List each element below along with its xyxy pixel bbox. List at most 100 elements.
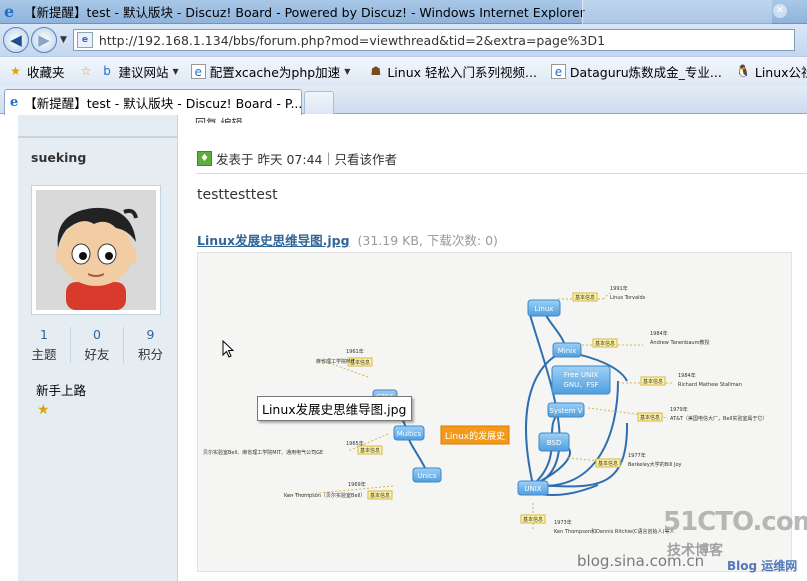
stat-value: 0: [93, 327, 101, 342]
attachment-meta: (31.19 KB, 下载次数: 0): [357, 233, 498, 248]
add-favorite-icon: ☆: [80, 64, 92, 78]
address-field[interactable]: e http://192.168.1.134/bbs/forum.php?mod…: [72, 29, 795, 51]
url-text: http://192.168.1.134/bbs/forum.php?mod=v…: [98, 32, 606, 48]
online-status-icon: ♦: [197, 150, 212, 166]
favorite-item-linux-community[interactable]: 🐧 Linux公社: [736, 62, 807, 81]
favorite-label: Linux 轻松入门系列视频...: [387, 65, 537, 80]
watermark-brand: Blog 运维网: [727, 559, 798, 573]
node-system-v: System V: [549, 407, 582, 415]
tux-icon: 🐧: [735, 64, 751, 78]
history-dropdown-icon[interactable]: ▼: [60, 35, 67, 45]
favorites-star-icon: ★: [10, 64, 21, 78]
tab-label: 【新提醒】test - 默认版块 - Discuz! Board - P...: [24, 96, 301, 111]
close-icon[interactable]: ✕: [773, 4, 787, 18]
ie-tab-icon: e: [10, 95, 19, 110]
post-time-prefix: 发表于: [216, 151, 254, 167]
note: 贝尔实验室Bell、麻省理工学院MIT、通用电气公司GE: [203, 449, 323, 456]
node-free-unix-1: Free UNIX: [564, 371, 599, 379]
stat-value: 1: [40, 327, 48, 342]
page-icon: e: [190, 64, 206, 79]
info-tag: 基本信息: [640, 414, 660, 421]
favorite-item-suggested-sites[interactable]: b 建议网站 ▼: [100, 62, 179, 81]
note: Berkeley大学的Bill Joy: [628, 461, 682, 468]
node-free-unix-2: GNU、FSF: [563, 381, 598, 389]
favorite-item-dataguru[interactable]: e Dataguru炼数成金_专业...: [550, 62, 722, 81]
favorite-label: 建议网站: [118, 65, 169, 80]
stat-threads[interactable]: 1 主题: [18, 327, 71, 363]
window-controls-area: [582, 0, 772, 24]
page-content: sueking 1 主题 0 好友 9 积分 新手上路 ★ ♦ 发表于 昨天 0…: [0, 115, 807, 581]
user-group[interactable]: 新手上路: [36, 380, 86, 399]
stat-label: 积分: [137, 347, 163, 362]
note: 1984年: [678, 372, 696, 379]
post-time-value: 昨天 07:44: [257, 151, 323, 167]
note: 1961年: [346, 348, 364, 355]
chevron-down-icon: ▼: [344, 67, 351, 76]
note: 1973年: [554, 519, 572, 526]
note: Andrew Tanenbaum教授: [650, 339, 709, 346]
post-header-divider: [196, 173, 807, 174]
image-tooltip: Linux发展史思维导图.jpg: [257, 396, 412, 421]
window-title: 【新提醒】test - 默认版块 - Discuz! Board - Power…: [24, 5, 585, 20]
post-body: testtesttest: [197, 187, 278, 203]
center-topic: Linux的发展史: [445, 430, 505, 442]
favorite-label: Dataguru炼数成金_专业...: [569, 65, 722, 80]
rank-star-icon: ★: [37, 402, 50, 418]
favorite-item-linux-video[interactable]: ☗ Linux 轻松入门系列视频...: [368, 62, 537, 81]
add-favorite-button[interactable]: ☆: [79, 64, 98, 79]
info-tag: 基本信息: [523, 516, 543, 523]
note: Richard Mathew Stallman: [678, 382, 742, 388]
info-tag: 基本信息: [598, 460, 618, 467]
avatar-image: [36, 190, 156, 310]
favorite-item-xcache[interactable]: e 配置xcache为php加速 ▼: [190, 62, 351, 81]
info-tag: 基本信息: [643, 378, 663, 385]
stat-label: 主题: [31, 347, 57, 362]
forward-button[interactable]: ▶: [31, 27, 57, 53]
note: 1991年: [610, 285, 628, 292]
favorites-button[interactable]: ★ 收藏夹: [8, 62, 64, 81]
page-icon: e: [550, 64, 566, 79]
note: Ken Thompson和Dennis Ritchie(C语言创始人)等人: [554, 528, 674, 535]
author-name[interactable]: sueking: [31, 150, 86, 165]
node-unics: Unics: [417, 472, 436, 480]
tab-current-page[interactable]: e 【新提醒】test - 默认版块 - Discuz! Board - P..…: [4, 89, 302, 115]
tab-strip: e 【新提醒】test - 默认版块 - Discuz! Board - P..…: [0, 86, 807, 115]
note: Linus Torvalds: [610, 295, 646, 301]
stat-label: 好友: [84, 347, 110, 362]
avatar[interactable]: [31, 185, 161, 315]
favorite-label: Linux公社: [754, 65, 807, 80]
view-author-only-link[interactable]: 只看该作者: [335, 149, 398, 168]
author-stats: 1 主题 0 好友 9 积分: [18, 327, 178, 363]
favorite-label: 配置xcache为php加速: [209, 65, 341, 80]
note: 1977年: [628, 452, 646, 459]
mouse-cursor-icon: [222, 340, 234, 358]
note: 麻省理工学院MIT: [316, 358, 356, 365]
post-time: 发表于 昨天 07:44: [216, 149, 323, 168]
stat-points[interactable]: 9 积分: [124, 327, 177, 363]
ie-logo-icon: e: [4, 1, 15, 21]
chat-icon: ☗: [370, 64, 382, 78]
back-button[interactable]: ◀: [3, 27, 29, 53]
favorites-bar: ★ 收藏夹 ☆ b 建议网站 ▼ e 配置xcache为php加速 ▼ ☗ Li…: [0, 56, 807, 86]
page-left-margin: [0, 115, 18, 581]
post-header: ♦ 发表于 昨天 07:44 | 只看该作者: [178, 143, 807, 173]
note: 1984年: [650, 330, 668, 337]
chevron-down-icon: ▼: [172, 67, 179, 76]
node-unix: UNIX: [524, 485, 541, 493]
attachment-line: Linux发展史思维导图.jpg (31.19 KB, 下载次数: 0): [197, 230, 498, 249]
title-bar: e 【新提醒】test - 默认版块 - Discuz! Board - Pow…: [0, 0, 807, 24]
attachment-link[interactable]: Linux发展史思维导图.jpg: [197, 233, 350, 248]
stat-friends[interactable]: 0 好友: [71, 327, 124, 363]
note: 1965年: [346, 440, 364, 447]
info-tag: 基本信息: [595, 340, 615, 347]
note: Ken Thompson（贝尔实验室Bell）: [284, 492, 365, 499]
info-tag: 基本信息: [370, 492, 390, 499]
navigation-bar: ◀ ▶ ▼ e http://192.168.1.134/bbs/forum.p…: [0, 24, 807, 56]
node-minix: Minix: [558, 347, 577, 355]
note: 1979年: [670, 406, 688, 413]
new-tab-button[interactable]: [304, 91, 334, 114]
node-linux: Linux: [535, 305, 554, 313]
post-author-sidebar: sueking 1 主题 0 好友 9 积分 新手上路 ★: [18, 115, 178, 581]
note: AT&T（美国电信大厂，Bell实验室属于它）: [670, 415, 767, 422]
info-tag: 基本信息: [575, 294, 595, 301]
